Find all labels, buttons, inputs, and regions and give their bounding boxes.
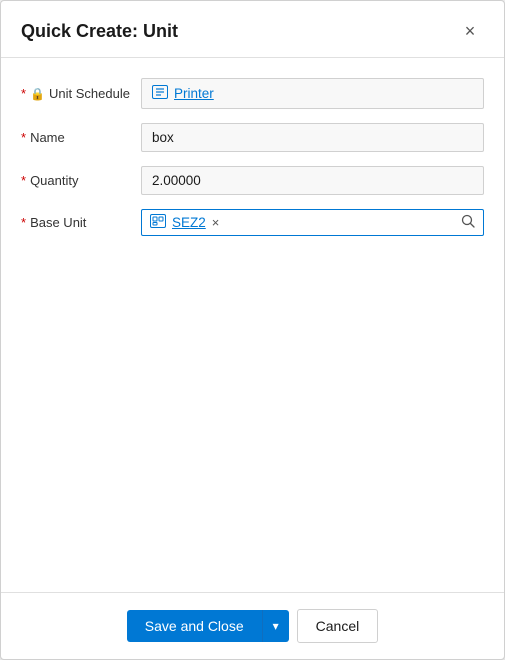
base-unit-field: SEZ2 × bbox=[141, 209, 484, 236]
quick-create-dialog: Quick Create: Unit × * 🔒 Unit Schedule bbox=[0, 0, 505, 660]
close-button[interactable]: × bbox=[456, 17, 484, 45]
required-indicator: * bbox=[21, 86, 26, 101]
name-label: * Name bbox=[21, 130, 141, 145]
quantity-field[interactable] bbox=[141, 166, 484, 195]
unit-schedule-link[interactable]: Printer bbox=[174, 86, 214, 101]
required-indicator: * bbox=[21, 130, 26, 145]
unit-schedule-row: * 🔒 Unit Schedule Printer bbox=[21, 78, 484, 109]
base-unit-container: SEZ2 × bbox=[141, 209, 484, 236]
name-input[interactable] bbox=[141, 123, 484, 152]
unit-schedule-icon bbox=[152, 85, 168, 102]
dialog-header: Quick Create: Unit × bbox=[1, 1, 504, 58]
base-unit-remove-button[interactable]: × bbox=[212, 216, 220, 229]
save-button-group: Save and Close ▾ bbox=[127, 610, 289, 642]
dialog-footer: Save and Close ▾ Cancel bbox=[1, 592, 504, 659]
base-unit-label: * Base Unit bbox=[21, 215, 141, 230]
dialog-body: * 🔒 Unit Schedule Printer bbox=[1, 58, 504, 592]
name-field[interactable] bbox=[141, 123, 484, 152]
base-unit-row: * Base Unit SEZ2 × bbox=[21, 209, 484, 236]
unit-schedule-field: Printer bbox=[141, 78, 484, 109]
name-row: * Name bbox=[21, 123, 484, 152]
base-unit-value[interactable]: SEZ2 bbox=[172, 215, 206, 230]
save-and-close-button[interactable]: Save and Close bbox=[127, 610, 262, 642]
required-indicator: * bbox=[21, 173, 26, 188]
dialog-title: Quick Create: Unit bbox=[21, 21, 178, 42]
base-unit-icon bbox=[150, 214, 166, 231]
save-dropdown-button[interactable]: ▾ bbox=[262, 610, 289, 642]
quantity-input[interactable] bbox=[141, 166, 484, 195]
quantity-row: * Quantity bbox=[21, 166, 484, 195]
base-unit-search-button[interactable] bbox=[461, 214, 475, 231]
quantity-label: * Quantity bbox=[21, 173, 141, 188]
lock-icon: 🔒 bbox=[30, 87, 45, 101]
unit-schedule-label: * 🔒 Unit Schedule bbox=[21, 86, 141, 101]
dropdown-arrow-icon: ▾ bbox=[273, 619, 279, 633]
unit-schedule-link-container: Printer bbox=[141, 78, 484, 109]
cancel-button[interactable]: Cancel bbox=[297, 609, 379, 643]
required-indicator: * bbox=[21, 215, 26, 230]
